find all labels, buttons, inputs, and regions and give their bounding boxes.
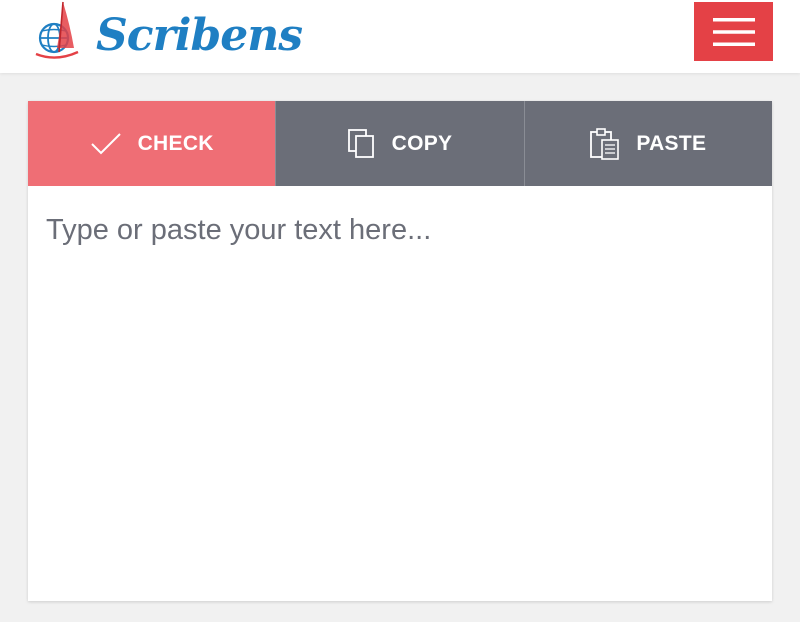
checkmark-icon [90,132,121,154]
check-button-label: CHECK [137,131,214,155]
text-editor: CHECK COPY PASTE [28,101,772,601]
site-header: Scribens [0,0,800,73]
clipboard-icon [590,127,620,160]
paste-button[interactable]: PASTE [523,101,772,186]
editor-toolbar: CHECK COPY PASTE [28,101,772,186]
text-input[interactable] [28,186,772,601]
copy-button-label: COPY [391,131,453,155]
paste-button-label: PASTE [636,131,707,155]
copy-button[interactable]: COPY [275,101,524,186]
check-button[interactable]: CHECK [28,101,276,186]
menu-button[interactable] [694,2,773,61]
logo-wordmark: Scribens [96,9,303,61]
copy-icon [347,128,374,158]
logo[interactable]: Scribens [30,0,303,64]
globe-sail-icon [35,1,79,59]
hamburger-icon [712,17,755,46]
